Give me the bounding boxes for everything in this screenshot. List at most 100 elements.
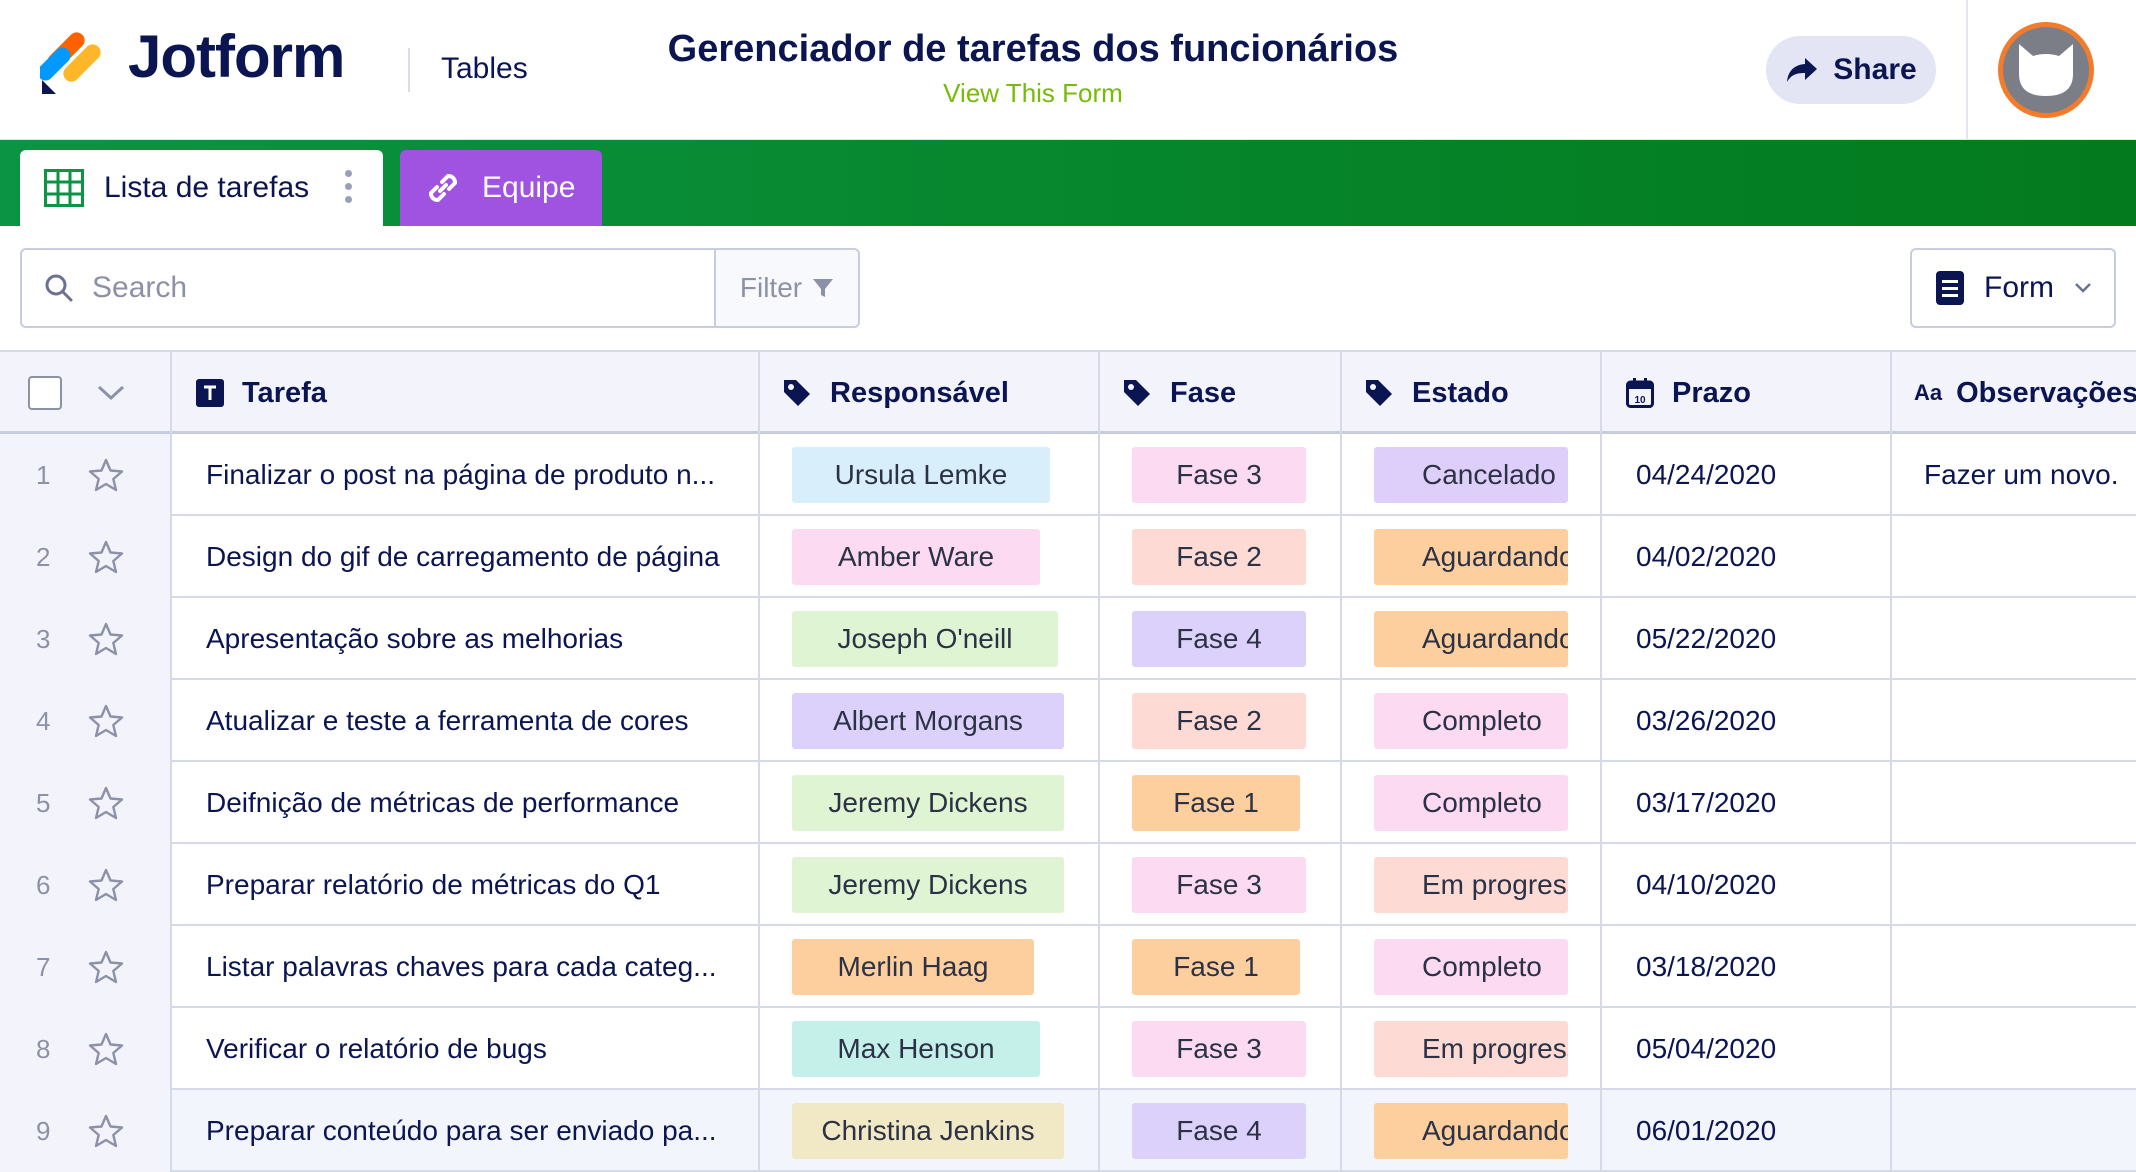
- column-header-responsavel[interactable]: Responsável: [760, 352, 1100, 434]
- search-area[interactable]: [22, 250, 716, 326]
- prazo-cell[interactable]: 06/01/2020: [1602, 1090, 1892, 1172]
- column-header-tarefa[interactable]: Tarefa: [172, 352, 760, 434]
- row-number: 5: [36, 787, 51, 818]
- task-cell[interactable]: Design do gif de carregamento de página: [172, 516, 760, 598]
- column-header-observacoes[interactable]: Aa Observações: [1892, 352, 2136, 434]
- column-header-prazo[interactable]: 10 Prazo: [1602, 352, 1892, 434]
- responsavel-cell[interactable]: Albert Morgans: [760, 680, 1100, 762]
- observacoes-cell[interactable]: [1892, 680, 2136, 762]
- table-row[interactable]: 3 Apresentação sobre as melhorias Joseph O…: [0, 598, 2136, 680]
- observacoes-cell[interactable]: [1892, 762, 2136, 844]
- task-cell[interactable]: Atualizar e teste a ferramenta de cores: [172, 680, 760, 762]
- observacoes-cell[interactable]: [1892, 844, 2136, 926]
- star-icon[interactable]: [88, 540, 124, 574]
- prazo-cell[interactable]: 04/02/2020: [1602, 516, 1892, 598]
- star-icon[interactable]: [88, 868, 124, 902]
- fase-cell[interactable]: Fase 3: [1100, 434, 1342, 516]
- observacoes-cell[interactable]: [1892, 926, 2136, 1008]
- task-cell[interactable]: Preparar conteúdo para ser enviado pa...: [172, 1090, 760, 1172]
- responsavel-pill: Albert Morgans: [792, 693, 1064, 749]
- table-row[interactable]: 5 Deifnição de métricas de performance Jer…: [0, 762, 2136, 844]
- estado-cell[interactable]: Aguardando: [1342, 516, 1602, 598]
- observacoes-cell[interactable]: [1892, 598, 2136, 680]
- star-icon[interactable]: [88, 950, 124, 984]
- responsavel-pill: Christina Jenkins: [792, 1103, 1064, 1159]
- estado-cell[interactable]: Em progress: [1342, 844, 1602, 926]
- fase-cell[interactable]: Fase 1: [1100, 926, 1342, 1008]
- observacoes-cell[interactable]: [1892, 516, 2136, 598]
- prazo-cell[interactable]: 04/24/2020: [1602, 434, 1892, 516]
- row-number: 4: [36, 705, 51, 736]
- fase-cell[interactable]: Fase 2: [1100, 516, 1342, 598]
- fase-cell[interactable]: Fase 3: [1100, 1008, 1342, 1090]
- filter-button[interactable]: Filter: [716, 250, 858, 326]
- chevron-down-icon[interactable]: [96, 384, 126, 402]
- task-cell[interactable]: Verificar o relatório de bugs: [172, 1008, 760, 1090]
- prazo-cell[interactable]: 03/17/2020: [1602, 762, 1892, 844]
- share-button[interactable]: Share: [1766, 36, 1936, 104]
- estado-cell[interactable]: Em progress: [1342, 1008, 1602, 1090]
- prazo-date: 03/17/2020: [1636, 787, 1777, 818]
- task-cell[interactable]: Finalizar o post na página de produto n.…: [172, 434, 760, 516]
- table-row[interactable]: 7 Listar palavras chaves para cada categ.…: [0, 926, 2136, 1008]
- fase-cell[interactable]: Fase 1: [1100, 762, 1342, 844]
- fase-cell[interactable]: Fase 2: [1100, 680, 1342, 762]
- table-row[interactable]: 2 Design do gif de carregamento de página…: [0, 516, 2136, 598]
- prazo-date: 03/18/2020: [1636, 951, 1777, 982]
- observacoes-cell[interactable]: [1892, 1090, 2136, 1172]
- task-text: Finalizar o post na página de produto n.…: [206, 459, 716, 490]
- star-icon[interactable]: [88, 1114, 124, 1148]
- task-cell[interactable]: Apresentação sobre as melhorias: [172, 598, 760, 680]
- responsavel-cell[interactable]: Jeremy Dickens: [760, 762, 1100, 844]
- observacoes-cell[interactable]: [1892, 1008, 2136, 1090]
- estado-cell[interactable]: Completo: [1342, 926, 1602, 1008]
- text-type-icon: [196, 379, 224, 407]
- table-row[interactable]: 9 Preparar conteúdo para ser enviado pa..…: [0, 1090, 2136, 1172]
- fase-cell[interactable]: Fase 3: [1100, 844, 1342, 926]
- estado-cell[interactable]: Completo: [1342, 762, 1602, 844]
- tab-equipe[interactable]: Equipe: [400, 150, 602, 226]
- estado-cell[interactable]: Cancelado: [1342, 434, 1602, 516]
- task-cell[interactable]: Preparar relatório de métricas do Q1: [172, 844, 760, 926]
- star-icon[interactable]: [88, 622, 124, 656]
- responsavel-pill: Jeremy Dickens: [792, 857, 1064, 913]
- estado-cell[interactable]: Aguardando: [1342, 598, 1602, 680]
- form-dropdown-button[interactable]: Form: [1910, 248, 2116, 328]
- task-text: Listar palavras chaves para cada categ..…: [206, 951, 717, 982]
- fase-cell[interactable]: Fase 4: [1100, 1090, 1342, 1172]
- estado-cell[interactable]: Aguardando: [1342, 1090, 1602, 1172]
- responsavel-cell[interactable]: Joseph O'neill: [760, 598, 1100, 680]
- fase-cell[interactable]: Fase 4: [1100, 598, 1342, 680]
- table-row[interactable]: 1 Finalizar o post na página de produto n…: [0, 434, 2136, 516]
- prazo-cell[interactable]: 04/10/2020: [1602, 844, 1892, 926]
- select-all-checkbox[interactable]: [28, 376, 62, 410]
- prazo-cell[interactable]: 05/22/2020: [1602, 598, 1892, 680]
- column-header-estado[interactable]: Estado: [1342, 352, 1602, 434]
- table-row[interactable]: 6 Preparar relatório de métricas do Q1 Jer…: [0, 844, 2136, 926]
- tab-lista-de-tarefas[interactable]: Lista de tarefas: [20, 150, 383, 226]
- prazo-cell[interactable]: 03/18/2020: [1602, 926, 1892, 1008]
- table-row[interactable]: 4 Atualizar e teste a ferramenta de cores…: [0, 680, 2136, 762]
- observacoes-cell[interactable]: Fazer um novo.: [1892, 434, 2136, 516]
- star-icon[interactable]: [88, 786, 124, 820]
- search-input[interactable]: [92, 271, 692, 305]
- table-row[interactable]: 8 Verificar o relatório de bugs Max Henson…: [0, 1008, 2136, 1090]
- responsavel-pill: Amber Ware: [792, 529, 1040, 585]
- responsavel-cell[interactable]: Merlin Haag: [760, 926, 1100, 1008]
- star-icon[interactable]: [88, 1032, 124, 1066]
- tab-options-icon[interactable]: [345, 170, 353, 203]
- responsavel-cell[interactable]: Max Henson: [760, 1008, 1100, 1090]
- task-cell[interactable]: Deifnição de métricas de performance: [172, 762, 760, 844]
- prazo-cell[interactable]: 05/04/2020: [1602, 1008, 1892, 1090]
- star-icon[interactable]: [88, 704, 124, 738]
- task-cell[interactable]: Listar palavras chaves para cada categ..…: [172, 926, 760, 1008]
- responsavel-cell[interactable]: Christina Jenkins: [760, 1090, 1100, 1172]
- star-icon[interactable]: [88, 458, 124, 492]
- column-header-fase[interactable]: Fase: [1100, 352, 1342, 434]
- estado-cell[interactable]: Completo: [1342, 680, 1602, 762]
- responsavel-cell[interactable]: Jeremy Dickens: [760, 844, 1100, 926]
- user-avatar[interactable]: [1998, 22, 2094, 118]
- responsavel-cell[interactable]: Ursula Lemke: [760, 434, 1100, 516]
- prazo-cell[interactable]: 03/26/2020: [1602, 680, 1892, 762]
- responsavel-cell[interactable]: Amber Ware: [760, 516, 1100, 598]
